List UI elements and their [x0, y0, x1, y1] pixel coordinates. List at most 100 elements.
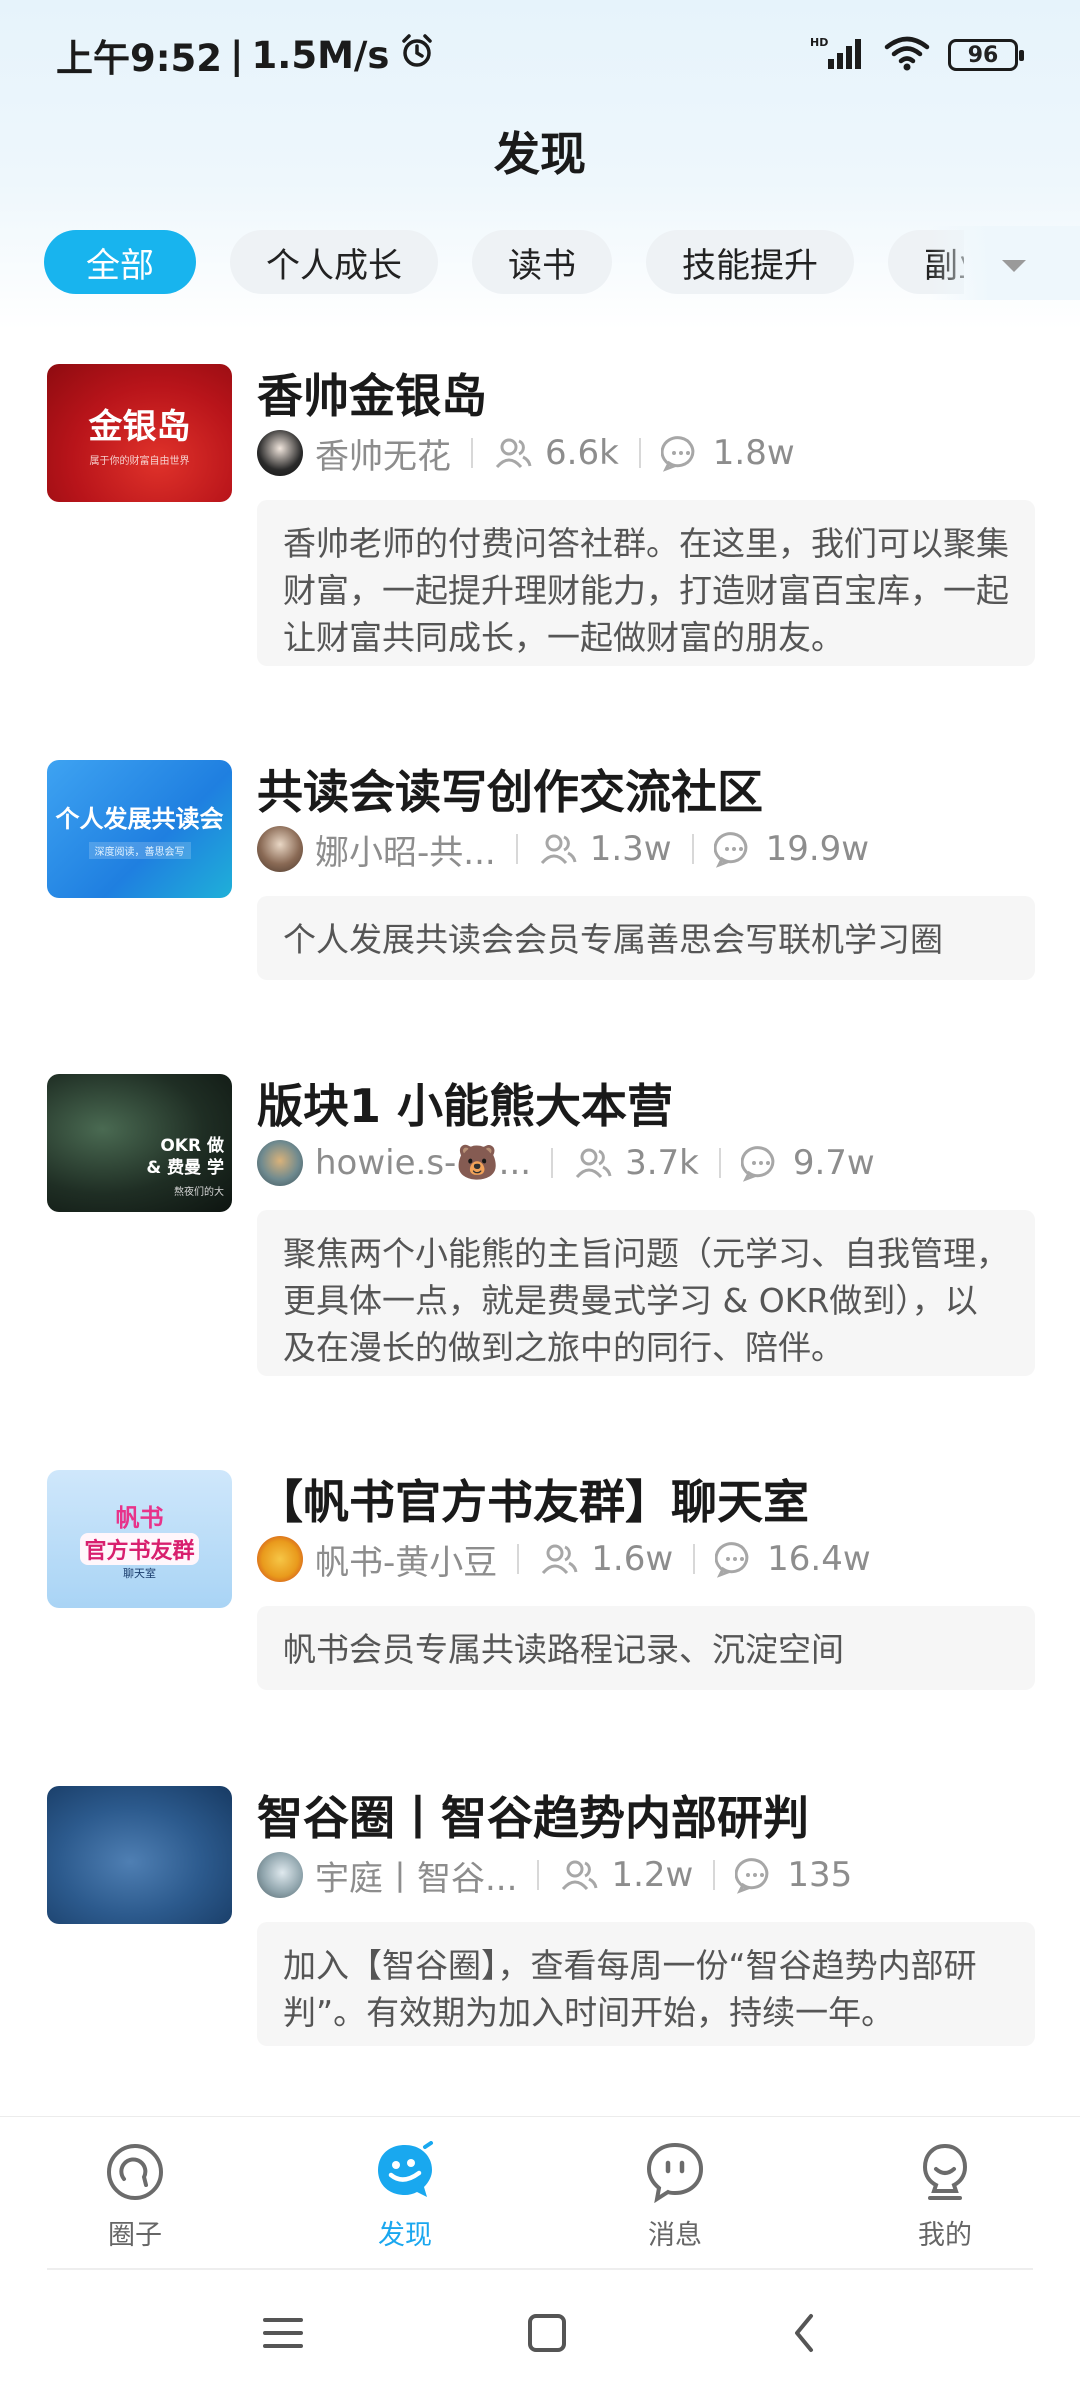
circle-thumbnail: OKR 做 & 费曼 学 熬夜们的大 — [47, 1074, 232, 1212]
members-icon — [562, 1860, 598, 1891]
member-count: 1.3w — [589, 829, 672, 869]
thumbnail-text: 个人发展共读会 — [55, 805, 224, 833]
wifi-icon — [884, 35, 930, 75]
back-icon[interactable] — [789, 2312, 819, 2358]
member-count: 1.6w — [591, 1539, 674, 1579]
meta-separator — [713, 1860, 716, 1890]
meta-separator — [638, 438, 641, 468]
author-name: 宇庭丨智谷... — [315, 1858, 518, 1899]
chat-bubble-icon — [660, 436, 695, 472]
nav-label: 消息 — [648, 2220, 702, 2251]
circle-meta: 帆书-黄小豆 1.6w 16.4w — [257, 1534, 871, 1584]
page-title: 发现 — [494, 127, 586, 181]
message-icon — [646, 2142, 704, 2203]
chat-bubble-icon — [713, 832, 747, 868]
circle-icon — [107, 2144, 163, 2200]
meta-separator — [718, 1148, 721, 1178]
alarm-icon — [397, 31, 437, 80]
member-count: 1.2w — [611, 1855, 694, 1895]
members-icon — [542, 1544, 578, 1575]
author-name: 娜小昭-共... — [315, 832, 496, 873]
home-icon[interactable] — [526, 2312, 568, 2358]
status-time: 上午9:52 — [56, 37, 223, 80]
author-avatar — [257, 430, 303, 476]
nav-messages[interactable]: 消息 — [575, 2117, 775, 2252]
battery-indicator: 96 — [948, 39, 1024, 71]
post-count: 19.9w — [765, 829, 870, 869]
thumbnail-subtext: 属于你的财富自由世界 — [89, 456, 190, 467]
thumbnail-subtext: 熬夜们的大 — [174, 1187, 224, 1198]
system-navigation-bar — [0, 2290, 1080, 2380]
chat-bubble-icon — [715, 1542, 749, 1578]
post-count: 16.4w — [767, 1539, 871, 1579]
discover-icon — [378, 2141, 433, 2197]
circle-description: 个人发展共读会会员专属善思会写联机学习圈 — [257, 896, 1035, 980]
thumbnail-subtext: 深度阅读，善思会写 — [88, 842, 191, 859]
circle-thumbnail: 金银岛 属于你的财富自由世界 — [47, 364, 232, 502]
tabs-expand-button[interactable] — [994, 246, 1034, 286]
nav-discover[interactable]: 发现 — [305, 2117, 505, 2252]
thumbnail-subtext-secondary: 聊天室 — [123, 1566, 156, 1580]
post-count: 135 — [787, 1855, 853, 1895]
network-type-label: HD — [810, 36, 828, 49]
nav-label: 我的 — [918, 2220, 972, 2251]
circle-card[interactable]: 金银岛 属于你的财富自由世界 香帅金银岛 香帅无花 6.6k 1.8w 香帅老师… — [0, 360, 1080, 680]
meta-separator — [551, 1148, 554, 1178]
chevron-down-icon — [1002, 260, 1026, 272]
meta-separator — [517, 1544, 520, 1574]
nav-circles[interactable]: 圈子 — [35, 2117, 235, 2252]
circle-card[interactable]: 个人发展共读会 深度阅读，善思会写 共读会读写创作交流社区 娜小昭-共... 1… — [0, 756, 1080, 980]
circle-description: 聚焦两个小能熊的主旨问题（元学习、自我管理，更具体一点，就是费曼式学习 & OK… — [257, 1210, 1035, 1376]
circle-title: 共读会读写创作交流社区 — [257, 765, 763, 819]
circle-card[interactable]: 智谷圈丨智谷趋势内部研判 宇庭丨智谷... 1.2w 135 加入【智谷圈】，查… — [0, 1782, 1080, 2062]
author-avatar — [257, 1140, 303, 1186]
tab-skill-improvement[interactable]: 技能提升 — [646, 230, 854, 294]
member-count: 6.6k — [545, 433, 619, 473]
author-avatar — [257, 826, 303, 872]
meta-separator — [537, 1860, 540, 1890]
status-right: HD 96 — [810, 35, 1024, 75]
members-icon — [575, 1148, 612, 1179]
circle-card[interactable]: 帆书 官方书友群 聊天室 【帆书官方书友群】聊天室 帆书-黄小豆 1.6w 16… — [0, 1466, 1080, 1696]
author-avatar — [257, 1536, 303, 1582]
tab-reading[interactable]: 读书 — [472, 230, 612, 294]
author-name: howie.s-🐻... — [315, 1143, 532, 1183]
members-icon — [495, 438, 532, 469]
thumbnail-subtext: 官方书友群 — [80, 1532, 199, 1565]
menu-icon[interactable] — [261, 2313, 305, 2357]
status-divider: | — [230, 33, 244, 77]
circle-title: 香帅金银岛 — [257, 369, 487, 423]
category-tabs: 全部 个人成长 读书 技能提升 副业 — [44, 230, 964, 296]
thumbnail-text: 帆书 — [115, 1503, 164, 1532]
profile-icon — [922, 2143, 968, 2200]
circle-title: 【帆书官方书友群】聊天室 — [257, 1475, 809, 1529]
thumbnail-text: 金银岛 — [88, 407, 191, 447]
tab-personal-growth[interactable]: 个人成长 — [230, 230, 438, 294]
nav-label: 发现 — [378, 2220, 432, 2251]
tab-all[interactable]: 全部 — [44, 230, 196, 294]
circle-description: 加入【智谷圈】，查看每周一份“智谷趋势内部研判”。有效期为加入时间开始，持续一年… — [257, 1922, 1035, 2046]
post-count: 9.7w — [792, 1143, 875, 1183]
circle-meta: 娜小昭-共... 1.3w 19.9w — [257, 824, 869, 874]
circle-title: 智谷圈丨智谷趋势内部研判 — [257, 1791, 809, 1845]
meta-separator — [693, 1544, 696, 1574]
status-speed: 1.5M/s — [251, 33, 390, 77]
circle-title: 版块1 小能熊大本营 — [257, 1079, 674, 1133]
circle-card[interactable]: OKR 做 & 费曼 学 熬夜们的大 版块1 小能熊大本营 howie.s-🐻.… — [0, 1070, 1080, 1376]
chat-bubble-icon — [735, 1858, 769, 1894]
status-left: 上午9:52 | 1.5M/s — [56, 28, 437, 82]
circle-thumbnail — [47, 1786, 232, 1924]
bottom-navigation: 圈子 发现 消息 我的 — [0, 2116, 1080, 2272]
circle-thumbnail: 个人发展共读会 深度阅读，善思会写 — [47, 760, 232, 898]
meta-separator — [515, 834, 518, 864]
members-icon — [540, 834, 577, 865]
circle-description: 帆书会员专属共读路程记录、沉淀空间 — [257, 1606, 1035, 1690]
circle-meta: 香帅无花 6.6k 1.8w — [257, 428, 795, 478]
author-name: 香帅无花 — [315, 436, 451, 477]
nav-label: 圈子 — [108, 2220, 162, 2251]
cellular-signal-icon: HD — [810, 35, 866, 75]
status-bar: 上午9:52 | 1.5M/s HD 96 — [0, 0, 1080, 110]
circle-meta: 宇庭丨智谷... 1.2w 135 — [257, 1850, 852, 1900]
nav-profile[interactable]: 我的 — [845, 2117, 1045, 2252]
author-name: 帆书-黄小豆 — [315, 1542, 498, 1583]
